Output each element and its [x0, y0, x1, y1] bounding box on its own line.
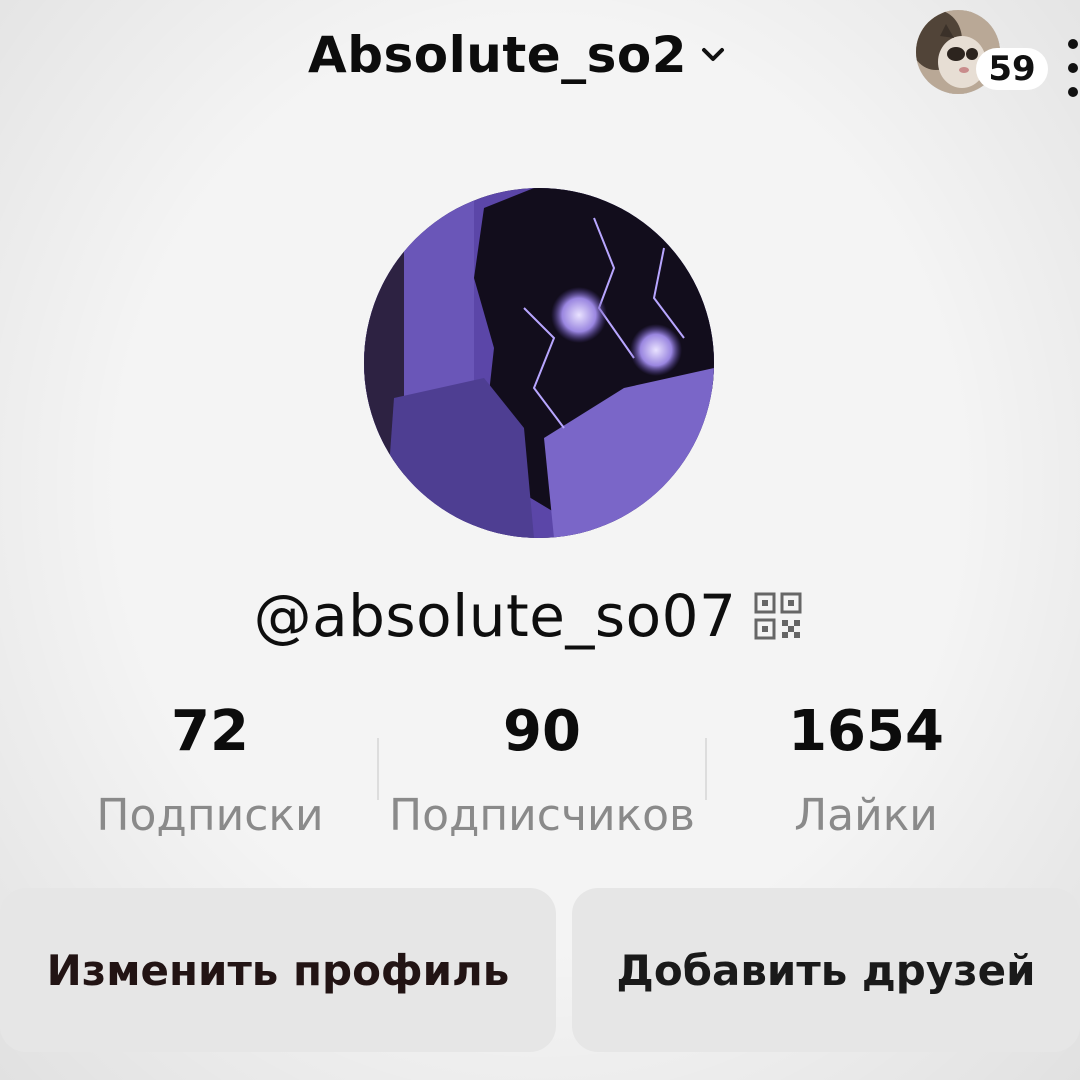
stat-likes-value: 1654: [788, 699, 944, 764]
stat-followers-value: 90: [503, 699, 581, 764]
stat-likes[interactable]: 1654 Лайки: [686, 699, 1046, 842]
notification-count-badge: 59: [976, 48, 1048, 90]
qr-code-icon[interactable]: [754, 592, 802, 640]
more-vertical-icon[interactable]: [1066, 36, 1080, 100]
avatar-artwork: [364, 188, 714, 538]
profile-stats: 72 Подписки 90 Подписчиков 1654 Лайки: [0, 700, 1080, 850]
stats-divider: [377, 738, 379, 800]
account-switcher[interactable]: Absolute_so2: [308, 26, 727, 84]
stats-divider: [705, 738, 707, 800]
account-title: Absolute_so2: [308, 26, 688, 84]
stat-following-value: 72: [171, 699, 249, 764]
stat-following-label: Подписки: [96, 790, 324, 841]
add-friends-button[interactable]: Добавить друзей: [572, 888, 1080, 1052]
profile-handle-row: @absolute_so07: [0, 582, 1080, 650]
profile-handle: @absolute_so07: [253, 582, 737, 650]
profile-header: Absolute_so2 59: [0, 10, 1080, 100]
profile-avatar[interactable]: [364, 188, 714, 538]
stat-following[interactable]: 72 Подписки: [30, 699, 390, 842]
stat-followers-label: Подписчиков: [388, 790, 695, 841]
stat-followers[interactable]: 90 Подписчиков: [362, 699, 722, 842]
stat-likes-label: Лайки: [794, 790, 938, 841]
chevron-down-icon: [702, 48, 725, 61]
edit-profile-button[interactable]: Изменить профиль: [0, 888, 556, 1052]
